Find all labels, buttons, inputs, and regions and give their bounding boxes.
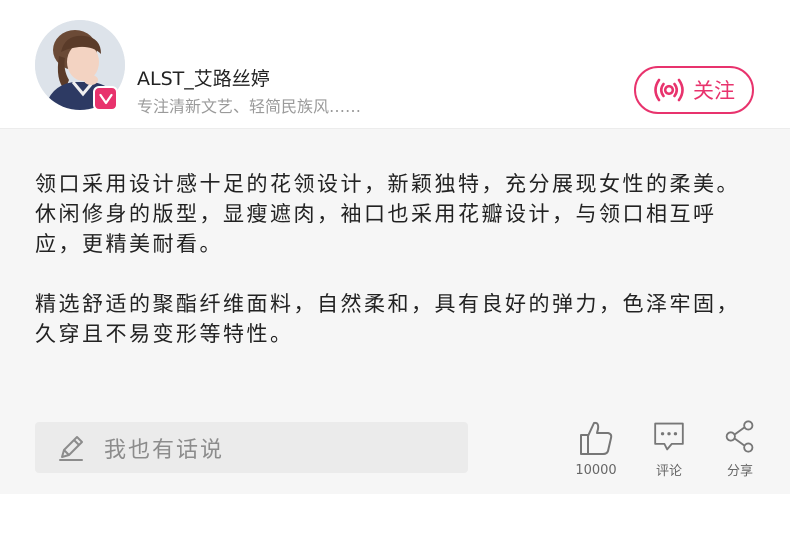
share-button[interactable]: 分享 bbox=[705, 419, 775, 479]
share-icon bbox=[725, 420, 754, 453]
author-description: 专注清新文艺、轻简民族风…… bbox=[137, 97, 362, 116]
comment-input[interactable]: 我也有话说 bbox=[35, 422, 468, 473]
article-content: 领口采用设计感十足的花领设计，新颖独特，充分展现女性的柔美。休闲修身的版型，显瘦… bbox=[0, 129, 790, 494]
v-badge-icon bbox=[98, 93, 113, 104]
author-header: ALST_艾路丝婷 专注清新文艺、轻简民族风…… 关注 bbox=[0, 0, 790, 129]
like-count: 10000 bbox=[575, 463, 617, 478]
comment-label: 评论 bbox=[655, 464, 682, 479]
follow-label: 关注 bbox=[693, 79, 735, 103]
broadcast-icon bbox=[654, 78, 684, 102]
comment-button[interactable]: 评论 bbox=[634, 419, 704, 479]
verified-badge bbox=[93, 86, 118, 111]
pencil-icon bbox=[56, 433, 86, 463]
share-label: 分享 bbox=[726, 464, 753, 479]
comment-placeholder: 我也有话说 bbox=[104, 437, 225, 463]
content-paragraph-2: 精选舒适的聚酯纤维面料，自然柔和，具有良好的弹力，色泽牢固，久穿且不易变形等特性… bbox=[35, 292, 740, 346]
like-button[interactable]: 10000 bbox=[561, 419, 631, 479]
author-name[interactable]: ALST_艾路丝婷 bbox=[137, 64, 270, 91]
thumbs-up-icon bbox=[580, 421, 613, 455]
comment-bubble-icon bbox=[654, 422, 684, 451]
content-paragraph-1: 领口采用设计感十足的花领设计，新颖独特，充分展现女性的柔美。休闲修身的版型，显瘦… bbox=[35, 172, 740, 256]
follow-button[interactable]: 关注 bbox=[634, 66, 754, 114]
